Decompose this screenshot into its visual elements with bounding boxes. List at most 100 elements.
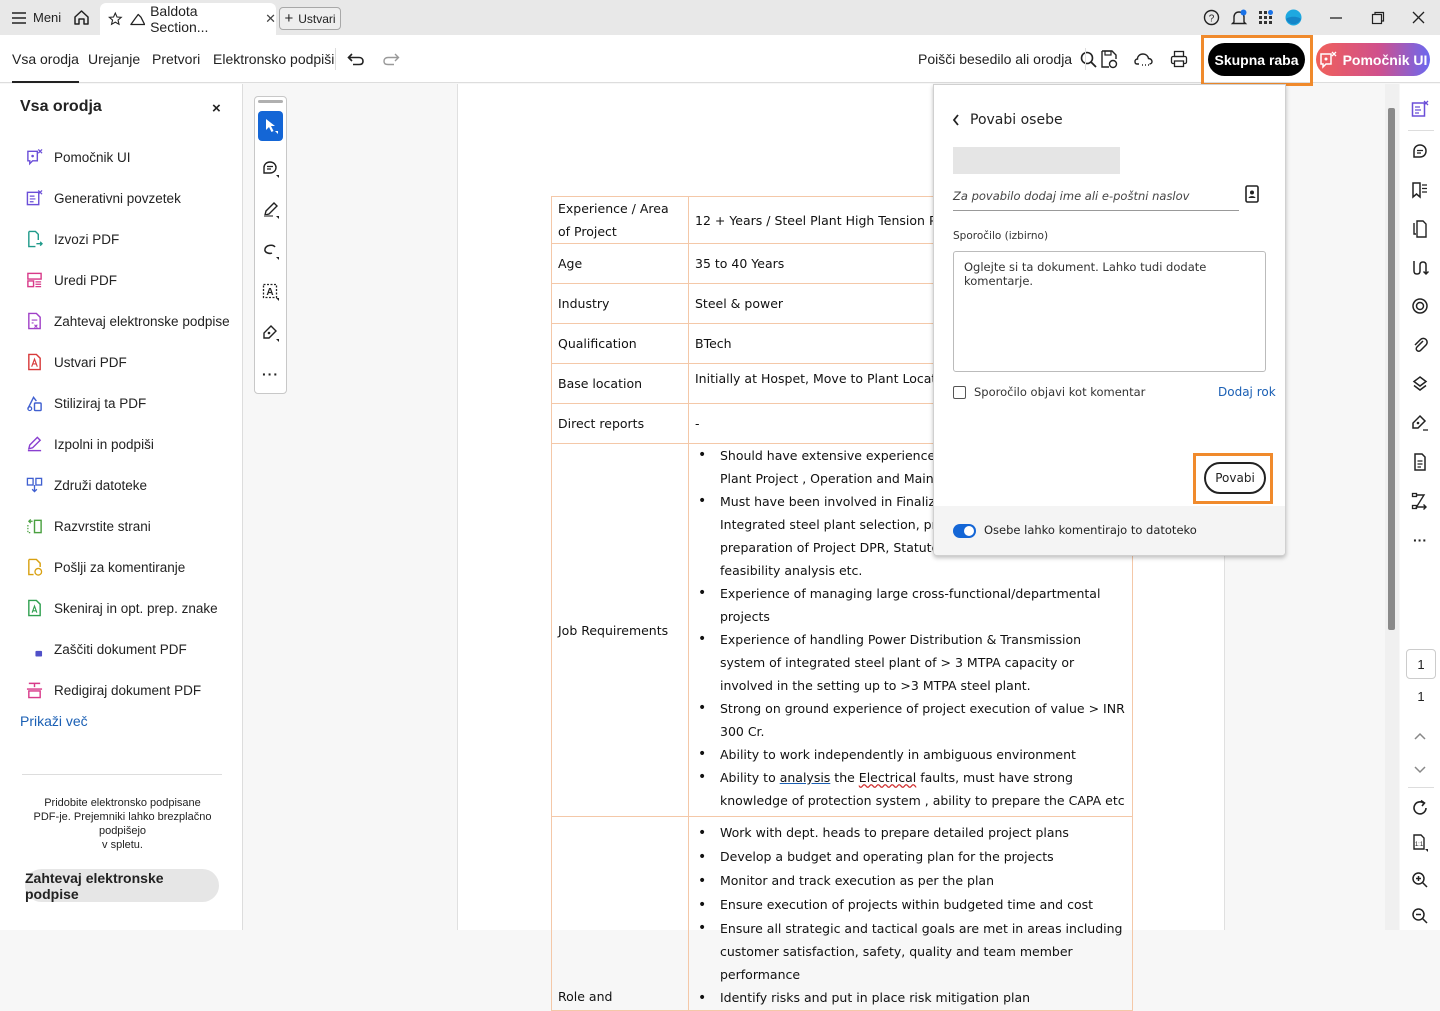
print-button[interactable] — [1168, 48, 1190, 70]
draw-tool-button[interactable] — [258, 236, 283, 266]
zoom-in-button[interactable] — [1408, 868, 1432, 892]
close-icon — [1412, 11, 1425, 24]
attachments-rail-button[interactable] — [1408, 333, 1432, 357]
toolbar-divider — [335, 48, 336, 70]
vertical-scrollbar[interactable] — [1385, 84, 1399, 930]
sign-tool-button[interactable] — [258, 318, 283, 348]
undo-icon — [347, 53, 364, 66]
previous-page-button[interactable] — [1408, 724, 1432, 748]
row-label: Job Requirements — [551, 443, 689, 817]
sidebar-item[interactable]: Ustvari PDF — [26, 350, 127, 374]
sidebar-item[interactable]: Uredi PDF — [26, 268, 117, 292]
ai-assistant-button[interactable]: Pomočnik UI — [1316, 43, 1430, 76]
rotate-button[interactable] — [1408, 796, 1432, 820]
generative-summary-icon — [26, 189, 43, 207]
zoom-out-button[interactable] — [1408, 904, 1432, 928]
sidebar-item[interactable]: Generativni povzetek — [26, 186, 181, 210]
hamburger-icon — [12, 11, 26, 24]
invite-button[interactable]: Povabi — [1204, 462, 1266, 494]
share-button[interactable]: Skupna raba — [1208, 43, 1305, 76]
sidebar-item[interactable]: Izvozi PDF — [26, 227, 119, 251]
current-page-input[interactable]: 1 — [1406, 649, 1436, 679]
highlight-tool-button[interactable] — [258, 195, 283, 225]
back-button[interactable]: Povabi osebe — [952, 112, 1063, 128]
fill-sign-rail-button[interactable] — [1408, 411, 1432, 435]
minimize-icon — [1330, 16, 1342, 19]
sidebar-item[interactable]: Združi datoteke — [26, 473, 147, 497]
list-item: Ensure all strategic and tactical goals … — [695, 917, 1126, 986]
undo-button[interactable] — [346, 49, 366, 69]
more-tools-icon[interactable]: ··· — [258, 359, 283, 389]
allow-comments-toggle[interactable] — [953, 524, 976, 538]
tab-all-tools[interactable]: Vsa orodja — [12, 35, 79, 83]
redo-button[interactable] — [381, 49, 401, 69]
add-deadline-link[interactable]: Dodaj rok — [1218, 385, 1276, 399]
sidebar-item[interactable]: Redigiraj dokument PDF — [26, 678, 201, 702]
home-button[interactable] — [73, 0, 90, 35]
help-button[interactable]: ? — [1203, 0, 1220, 35]
document-tab[interactable]: Baldota Section... ✕ — [100, 3, 276, 35]
sidebar-item[interactable]: Zaščiti dokument PDF — [26, 637, 187, 661]
sidebar-item-label: Izpolni in podpiši — [54, 436, 154, 452]
restore-button[interactable] — [1371, 0, 1385, 35]
profile-avatar[interactable] — [1285, 0, 1302, 35]
sidebar-item[interactable]: Pošlji za komentiranje — [26, 555, 185, 579]
select-tool-button[interactable] — [258, 111, 283, 141]
request-esignatures-button[interactable]: Zahtevaj elektronske podpise — [25, 869, 219, 902]
comments-rail-button[interactable] — [1408, 140, 1432, 164]
close-sidebar-icon[interactable]: × — [212, 100, 221, 117]
invite-recipient-input[interactable]: Za povabilo dodaj ime ali e-poštni naslo… — [953, 181, 1239, 211]
layers-rail-button[interactable] — [1408, 372, 1432, 396]
sidebar-item[interactable]: Razvrstite strani — [26, 514, 151, 538]
minimize-button[interactable] — [1329, 0, 1343, 35]
tab-edit[interactable]: Urejanje — [88, 35, 140, 83]
document-properties-rail-button[interactable] — [1408, 450, 1432, 474]
scrollbar-thumb[interactable] — [1388, 108, 1395, 630]
sidebar-item[interactable]: Stiliziraj ta PDF — [26, 391, 146, 415]
tab-convert[interactable]: Pretvori — [152, 35, 200, 83]
create-new-button[interactable]: + Ustvari — [279, 7, 341, 30]
stamp-rail-button[interactable] — [1408, 294, 1432, 318]
spellcheck-word: analysis — [779, 770, 831, 785]
checkbox-box[interactable] — [953, 385, 966, 399]
message-textarea[interactable]: Oglejte si ta dokument. Lahko tudi dodat… — [953, 251, 1266, 372]
post-as-comment-checkbox[interactable]: Sporočilo objavi kot komentar — [953, 385, 1145, 399]
panel-title: Povabi osebe — [970, 112, 1063, 128]
redo-icon — [383, 53, 400, 66]
sidebar-item[interactable]: Pomočnik UI — [26, 145, 131, 169]
sidebar-item[interactable]: Skeniraj in opt. prep. znake — [26, 596, 218, 620]
menu-button[interactable]: Meni — [12, 0, 61, 35]
reorder-rail-button[interactable] — [1408, 256, 1432, 280]
tab-esign[interactable]: Elektronsko podpiši — [213, 35, 334, 83]
workflow-rail-button[interactable] — [1408, 489, 1432, 513]
bookmarks-rail-button[interactable] — [1408, 178, 1432, 202]
list-item: Experience of handling Power Distributio… — [695, 628, 1126, 697]
pages-rail-button[interactable] — [1408, 217, 1432, 241]
sidebar-item[interactable]: Zahtevaj elektronske podpise — [26, 309, 230, 333]
search-tools-button[interactable]: Poišči besedilo ali orodja — [918, 35, 1097, 83]
address-book-button[interactable] — [1245, 185, 1259, 207]
quick-tools-drag-handle[interactable] — [258, 100, 283, 103]
close-tab-icon[interactable]: ✕ — [265, 11, 276, 27]
star-icon[interactable] — [108, 11, 123, 27]
notifications-button[interactable] — [1230, 0, 1248, 35]
show-more-link[interactable]: Prikaži več — [20, 713, 88, 729]
sidebar-item-label: Združi datoteke — [54, 477, 148, 493]
list-item: Ensure execution of projects within budg… — [695, 893, 1126, 917]
close-window-button[interactable] — [1412, 0, 1425, 35]
generative-summary-rail-button[interactable] — [1408, 97, 1432, 121]
rail-divider — [1408, 130, 1434, 131]
cloud-sync-button[interactable] — [1133, 48, 1155, 70]
next-page-button[interactable] — [1408, 758, 1432, 782]
text-box-tool-button[interactable]: A — [258, 277, 283, 307]
apps-button[interactable] — [1258, 0, 1274, 35]
allow-comments-label: Osebe lahko komentirajo to datoteko — [984, 523, 1197, 537]
right-rail: ··· 1 1 1:1 — [1400, 84, 1440, 930]
all-tools-sidebar: Vsa orodja × Pomočnik UI Generativni povz… — [0, 84, 243, 930]
more-rail-icon[interactable]: ··· — [1408, 528, 1432, 552]
target-icon — [1412, 298, 1428, 314]
fit-page-button[interactable]: 1:1 — [1408, 831, 1432, 855]
save-cloud-button[interactable] — [1098, 48, 1120, 70]
comment-tool-button[interactable] — [258, 154, 283, 184]
sidebar-item[interactable]: Izpolni in podpiši — [26, 432, 154, 456]
